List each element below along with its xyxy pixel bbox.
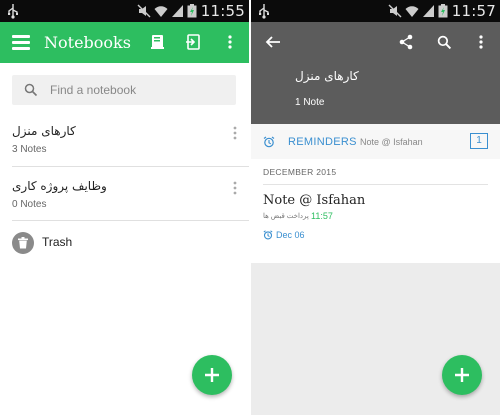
alarm-clock-icon bbox=[263, 230, 273, 240]
notebook-note-count: 1 Note bbox=[295, 97, 325, 108]
divider bbox=[263, 184, 488, 185]
plus-icon bbox=[455, 368, 469, 382]
back-arrow-icon[interactable] bbox=[265, 34, 281, 50]
notebook-count: 0 Notes bbox=[12, 199, 47, 210]
notebook-item[interactable]: کارهای منزل 3 Notes bbox=[0, 116, 249, 162]
signal-icon bbox=[423, 5, 434, 17]
alarm-clock-icon bbox=[263, 136, 275, 148]
reminders-bar[interactable]: REMINDERS Note @ Isfahan 1 bbox=[251, 124, 500, 159]
notebook-count: 3 Notes bbox=[12, 144, 47, 155]
plus-icon bbox=[205, 368, 219, 382]
notebook-name: وظایف پروژه کاری bbox=[12, 179, 107, 193]
status-time: 11:57 bbox=[451, 2, 496, 20]
search-input[interactable]: Find a notebook bbox=[12, 75, 236, 105]
notebook-icon[interactable] bbox=[148, 32, 168, 52]
mute-icon bbox=[388, 4, 402, 18]
menu-icon[interactable] bbox=[12, 35, 30, 50]
battery-icon bbox=[438, 4, 448, 18]
reminders-label: REMINDERS bbox=[288, 136, 357, 148]
note-snippet: پرداخت قبض ها bbox=[263, 213, 309, 220]
notebook-name: کارهای منزل bbox=[12, 124, 76, 138]
more-vert-icon[interactable] bbox=[471, 32, 491, 52]
notebooks-screen: 11:55 Notebooks Find a notebook کارهای م… bbox=[0, 0, 249, 415]
notebook-detail-screen: 11:57 کارهای منزل 1 Note REMINDERS Note … bbox=[251, 0, 500, 415]
reminder-date: Dec 06 bbox=[276, 230, 305, 240]
search-icon bbox=[24, 83, 38, 97]
more-vert-icon[interactable] bbox=[233, 126, 237, 140]
move-icon[interactable] bbox=[183, 32, 203, 52]
mute-icon bbox=[137, 4, 151, 18]
wifi-icon bbox=[154, 6, 168, 17]
search-icon[interactable] bbox=[434, 32, 454, 52]
usb-icon bbox=[8, 4, 18, 19]
add-note-button[interactable] bbox=[442, 355, 482, 395]
notebook-header: کارهای منزل 1 Note bbox=[251, 22, 500, 124]
search-placeholder: Find a notebook bbox=[50, 83, 137, 97]
trash-icon bbox=[12, 232, 34, 254]
battery-icon bbox=[187, 4, 197, 18]
app-bar: Notebooks bbox=[0, 22, 249, 63]
status-icons bbox=[137, 4, 197, 18]
reminders-note: Note @ Isfahan bbox=[360, 137, 423, 147]
more-vert-icon[interactable] bbox=[220, 32, 240, 52]
signal-icon bbox=[172, 5, 183, 17]
wifi-icon bbox=[405, 6, 419, 17]
status-icons bbox=[388, 4, 448, 18]
reminders-count-badge: 1 bbox=[470, 133, 488, 149]
add-note-button[interactable] bbox=[192, 355, 232, 395]
notebook-item[interactable]: وظایف پروژه کاری 0 Notes bbox=[0, 171, 249, 217]
status-bar: 11:55 bbox=[0, 0, 249, 22]
note-time: 11:57 bbox=[311, 211, 333, 221]
more-vert-icon[interactable] bbox=[233, 181, 237, 195]
month-header: DECEMBER 2015 bbox=[263, 167, 337, 177]
trash-label: Trash bbox=[42, 235, 73, 249]
note-title[interactable]: Note @ Isfahan bbox=[263, 193, 365, 208]
page-title: Notebooks bbox=[44, 33, 131, 52]
divider bbox=[12, 220, 249, 221]
status-time: 11:55 bbox=[200, 2, 245, 20]
notebook-title: کارهای منزل bbox=[295, 69, 359, 83]
usb-icon bbox=[259, 4, 269, 19]
share-icon[interactable] bbox=[396, 32, 416, 52]
note-list: DECEMBER 2015 Note @ Isfahan پرداخت قبض … bbox=[251, 159, 500, 263]
status-bar: 11:57 bbox=[251, 0, 500, 22]
divider bbox=[12, 166, 249, 167]
